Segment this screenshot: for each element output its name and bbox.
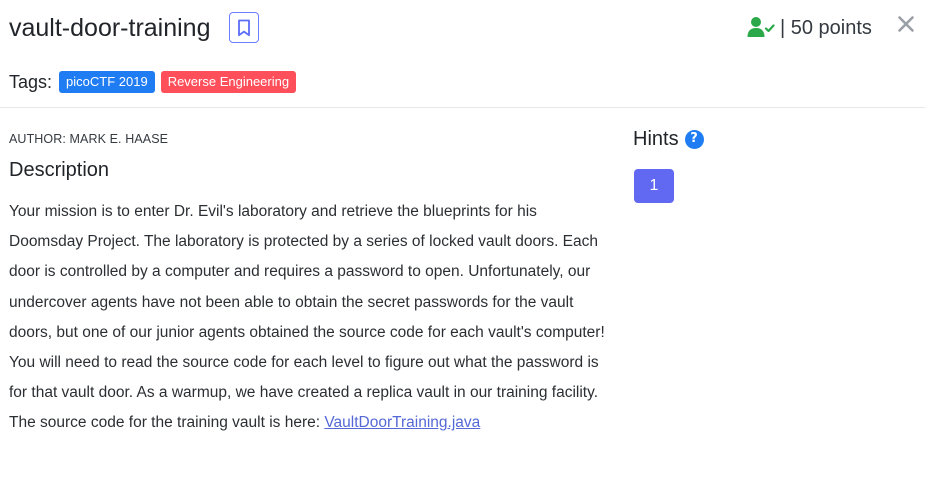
tag-picoctf-2019[interactable]: picoCTF 2019	[59, 71, 155, 93]
tag-reverse-engineering[interactable]: Reverse Engineering	[160, 71, 297, 93]
hints-header: Hints ?	[633, 126, 704, 152]
hint-1-button[interactable]: 1	[634, 169, 674, 203]
bookmark-icon	[238, 19, 250, 36]
challenge-modal: vault-door-training | 50 points Tags: pi…	[0, 0, 925, 477]
close-icon[interactable]	[896, 14, 916, 34]
hints-heading: Hints	[633, 128, 679, 150]
description-body: Your mission is to enter Dr. Evil's labo…	[9, 203, 605, 432]
source-file-link[interactable]: VaultDoorTraining.java	[324, 414, 480, 431]
tags-row: Tags: picoCTF 2019 Reverse Engineering	[9, 70, 302, 94]
description-heading: Description	[9, 159, 110, 181]
header-divider	[0, 107, 925, 108]
challenge-title: vault-door-training	[9, 14, 211, 42]
points-label: | 50 points	[780, 17, 872, 39]
description-text: Your mission is to enter Dr. Evil's labo…	[9, 197, 614, 439]
bookmark-button[interactable]	[229, 12, 259, 43]
user-check-icon	[747, 17, 775, 37]
author-label: AUTHOR: MARK E. HAASE	[9, 132, 169, 146]
tags-label: Tags:	[9, 71, 53, 92]
question-circle-icon[interactable]: ?	[684, 129, 704, 149]
